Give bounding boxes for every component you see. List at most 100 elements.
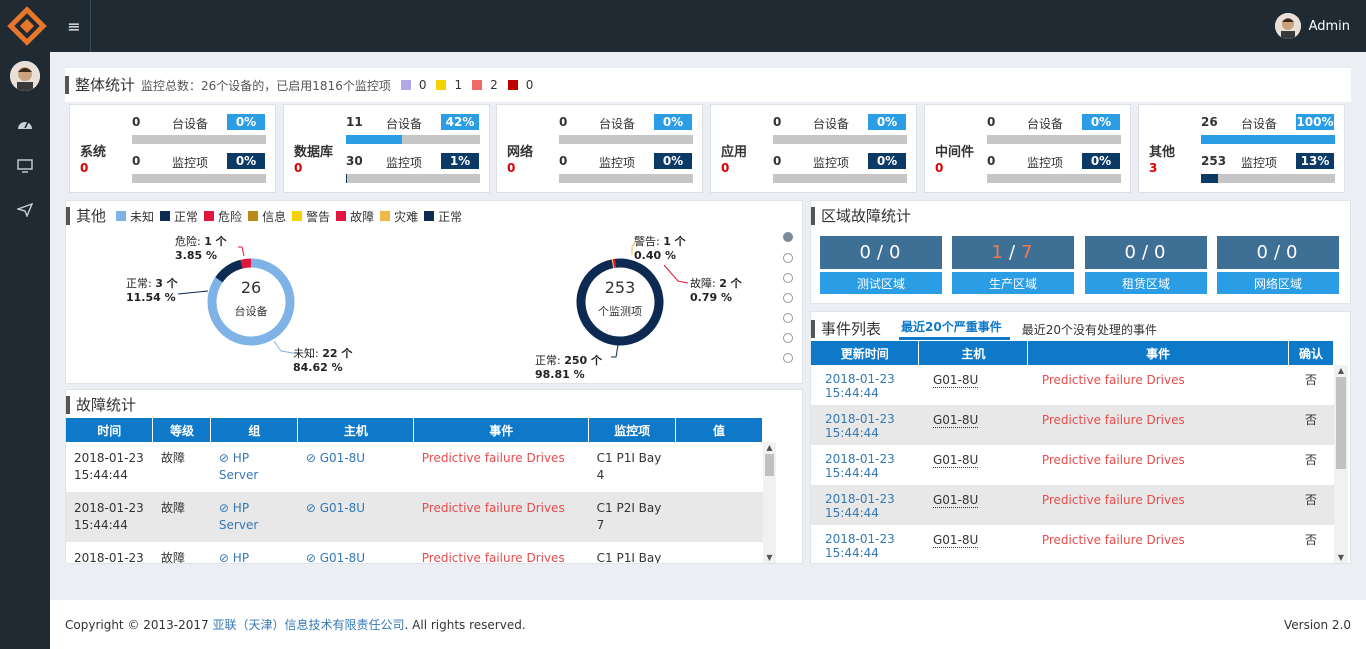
device-row: 0 台设备 0%	[132, 114, 272, 147]
mon-progress-fill	[346, 174, 348, 183]
events-scrollbar[interactable]: ▲ ▼	[1334, 365, 1348, 563]
fault-group[interactable]: ⊘ HP Server	[211, 442, 298, 492]
region-zone[interactable]: 0/0 租赁区域	[1085, 236, 1207, 294]
event-host-link[interactable]: G01-8U	[932, 453, 979, 468]
event-host[interactable]: G01-8U	[919, 365, 1028, 405]
event-host-link[interactable]: G01-8U	[932, 373, 979, 388]
events-col-header[interactable]: 主机	[918, 341, 1029, 365]
monitor-icon[interactable]	[15, 156, 35, 176]
fault-col-header[interactable]: 时间	[66, 418, 154, 442]
tab-severe-events[interactable]: 最近20个严重事件	[899, 318, 1010, 340]
events-col-header[interactable]: 更新时间	[811, 341, 920, 365]
fault-host-link[interactable]: G01-8U	[320, 551, 365, 563]
fault-host[interactable]: ⊘ G01-8U	[298, 542, 414, 563]
region-zone[interactable]: 0/0 测试区域	[820, 236, 942, 294]
pager-dot[interactable]	[783, 353, 793, 363]
event-ack: 否	[1304, 533, 1317, 547]
monitor-row: 0 监控项 0%	[132, 153, 272, 186]
zone-name[interactable]: 测试区域	[820, 272, 942, 294]
fault-group[interactable]: ⊘ HP Server	[211, 542, 298, 564]
pager-dot[interactable]	[783, 313, 793, 323]
send-icon[interactable]	[15, 200, 35, 220]
zone-count: 1/7	[952, 236, 1074, 269]
pager-dot[interactable]	[783, 333, 793, 343]
events-table-row[interactable]: 2018-01-23 15:44:44 G01-8U Predictive fail…	[811, 445, 1334, 485]
fault-item: C1 P2I Bay 7	[588, 492, 676, 542]
dev-percent-badge: 0%	[868, 114, 906, 130]
region-zone[interactable]: 0/0 网络区域	[1217, 236, 1339, 294]
event-desc[interactable]: Predictive failure Drives	[1028, 525, 1289, 563]
events-table-row[interactable]: 2018-01-23 15:44:44 G01-8U Predictive fail…	[811, 405, 1334, 445]
fault-host-link[interactable]: G01-8U	[320, 451, 365, 465]
card-alert-count: 0	[80, 161, 89, 175]
event-host-link[interactable]: G01-8U	[932, 493, 979, 508]
category-card[interactable]: 网络 0 0 台设备 0% 0 监控项 0%	[496, 104, 703, 193]
hamburger-icon[interactable]: ≡	[58, 12, 90, 40]
dashboard-icon[interactable]	[15, 114, 35, 134]
events-table-row[interactable]: 2018-01-23 15:44:44 G01-8U Predictive fail…	[811, 525, 1334, 563]
company-link[interactable]: 亚联（天津）信息技术有限责任公司	[213, 618, 405, 632]
fault-col-header[interactable]: 事件	[413, 418, 590, 442]
event-desc[interactable]: Predictive failure Drives	[1028, 365, 1289, 405]
category-card[interactable]: 中间件 0 0 台设备 0% 0 监控项 0%	[924, 104, 1131, 193]
dev-progress-bar	[559, 135, 693, 144]
zone-name[interactable]: 租赁区域	[1085, 272, 1207, 294]
fault-host[interactable]: ⊘ G01-8U	[298, 442, 414, 492]
event-host[interactable]: G01-8U	[918, 485, 1028, 525]
app-logo[interactable]	[0, 0, 54, 52]
category-card[interactable]: 应用 0 0 台设备 0% 0 监控项 0%	[710, 104, 917, 193]
user-menu[interactable]: Admin	[1274, 13, 1350, 39]
event-host-link[interactable]: G01-8U	[932, 413, 979, 428]
category-card[interactable]: 其他 3 26 台设备 100% 253 监控项 13%	[1138, 104, 1345, 193]
sidebar-avatar[interactable]	[10, 61, 40, 91]
fault-scrollbar[interactable]: ▲ ▼	[763, 442, 776, 563]
fault-group[interactable]: ⊘ HP Server	[210, 492, 298, 542]
events-col-header[interactable]: 确认	[1288, 341, 1334, 365]
event-desc[interactable]: Predictive failure Drives	[1028, 445, 1289, 485]
event-host[interactable]: G01-8U	[919, 445, 1028, 485]
fault-col-header[interactable]: 等级	[152, 418, 212, 442]
event-host[interactable]: G01-8U	[918, 405, 1028, 445]
ban-icon: ⊘	[218, 551, 233, 564]
tab-unhandled-events[interactable]: 最近20个没有处理的事件	[1022, 321, 1157, 338]
category-card[interactable]: 数据库 0 11 台设备 42% 30 监控项 1%	[283, 104, 490, 193]
mon-percent-badge: 0%	[1082, 153, 1120, 169]
summary-legend-item: 0	[400, 78, 427, 92]
dev-number: 26	[1201, 115, 1218, 129]
zone-name[interactable]: 生产区域	[952, 272, 1074, 294]
legend-value: 0	[418, 78, 427, 92]
event-host[interactable]: G01-8U	[919, 525, 1028, 563]
fault-col-header[interactable]: 监控项	[588, 418, 677, 442]
fault-col-header[interactable]: 组	[210, 418, 299, 442]
pager-dot[interactable]	[783, 253, 793, 263]
user-name[interactable]: Admin	[1309, 19, 1350, 34]
fault-event[interactable]: Predictive failure Drives	[413, 492, 589, 542]
mon-label: 监控项	[172, 156, 209, 170]
pager-dot-active[interactable]	[783, 232, 793, 242]
mon-number: 253	[1201, 154, 1227, 168]
event-host-link[interactable]: G01-8U	[932, 533, 979, 548]
category-card[interactable]: 系统 0 0 台设备 0% 0 监控项 0%	[69, 104, 276, 193]
fault-table-row[interactable]: 2018-01-23 15:44:44故障⊘ HP Server⊘ G01-8U…	[66, 542, 763, 564]
fault-event[interactable]: Predictive failure Drives	[414, 442, 589, 492]
region-zone[interactable]: 1/7 生产区域	[952, 236, 1074, 294]
events-table-row[interactable]: 2018-01-23 15:44:44 G01-8U Predictive fail…	[811, 365, 1334, 405]
fault-host[interactable]: ⊘ G01-8U	[297, 492, 414, 542]
event-desc[interactable]: Predictive failure Drives	[1027, 405, 1289, 445]
fault-event[interactable]: Predictive failure Drives	[414, 542, 589, 563]
mon-progress-bar	[987, 174, 1121, 183]
fault-col-header[interactable]: 值	[675, 418, 763, 442]
pager-dot[interactable]	[783, 293, 793, 303]
pager-dot[interactable]	[783, 273, 793, 283]
fault-host-link[interactable]: G01-8U	[320, 501, 365, 515]
events-table-row[interactable]: 2018-01-23 15:44:44 G01-8U Predictive fail…	[811, 485, 1334, 525]
summary-title: 整体统计	[65, 76, 135, 94]
fault-table-row[interactable]: 2018-01-23 15:44:44故障⊘ HP Server⊘ G01-8U…	[66, 492, 763, 542]
device-row: 11 台设备 42%	[346, 114, 486, 147]
fault-table-row[interactable]: 2018-01-23 15:44:44故障⊘ HP Server⊘ G01-8U…	[66, 442, 763, 492]
zone-name[interactable]: 网络区域	[1217, 272, 1339, 294]
fault-col-header[interactable]: 主机	[297, 418, 415, 442]
event-desc[interactable]: Predictive failure Drives	[1027, 485, 1289, 525]
events-col-header[interactable]: 事件	[1027, 341, 1289, 365]
fault-stats-panel: 故障统计 时间 等级组主机 事件 监控项值 2018-01-23 15:44:44 故障…	[65, 389, 803, 564]
